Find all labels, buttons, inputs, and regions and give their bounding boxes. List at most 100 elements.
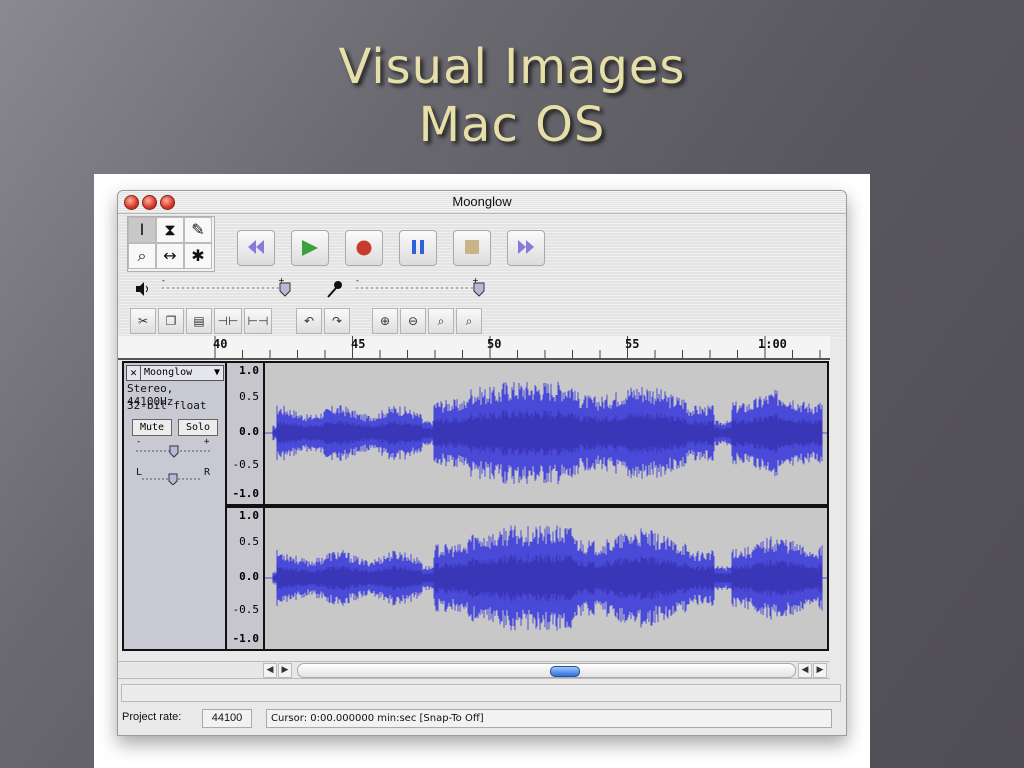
slide-title-line1: Visual Images <box>338 39 686 95</box>
slide-title-line2: Mac OS <box>418 97 606 153</box>
mute-button[interactable]: Mute <box>132 419 172 436</box>
ruler-label: 45 <box>351 337 366 351</box>
undo-icon: ↶ <box>303 314 315 328</box>
zoom-in-icon: ⊕ <box>379 314 391 328</box>
multi-tool[interactable]: ✱ <box>184 243 212 269</box>
scroll-thumb[interactable] <box>550 666 580 677</box>
envelope-tool[interactable]: ⧗ <box>156 217 184 243</box>
scale-label: 0.5 <box>239 390 259 403</box>
output-volume-slider[interactable]: - + <box>162 278 302 298</box>
status-bar: Project rate: 44100 Cursor: 0:00.000000 … <box>118 709 846 729</box>
skip-end-icon <box>518 240 534 254</box>
fit-project-button[interactable]: ⌕ <box>456 308 482 334</box>
trim-icon: ⊣⊢ <box>217 314 239 328</box>
speaker-icon <box>136 282 148 296</box>
status-message-bar <box>121 684 841 702</box>
input-volume-slider[interactable]: - + <box>356 278 496 298</box>
pan-slider[interactable] <box>142 471 222 485</box>
title-bar[interactable]: Moonglow <box>118 191 846 214</box>
pause-button[interactable] <box>399 230 437 266</box>
window-title: Moonglow <box>452 194 512 209</box>
fit-selection-icon: ⌕ <box>437 314 445 328</box>
track-close-button[interactable]: ✕ <box>127 366 141 380</box>
waveform-left-svg <box>265 381 827 485</box>
scroll-track[interactable] <box>297 663 796 678</box>
silence-button[interactable]: ⊢⊣ <box>244 308 272 334</box>
stop-button[interactable] <box>453 230 491 266</box>
track-area: ✕ Moonglow ▼ Stereo, 44100Hz 32-bit floa… <box>122 361 829 651</box>
scale-label: 0.0 <box>239 570 259 583</box>
track-menu-arrow-icon[interactable]: ▼ <box>214 367 220 378</box>
scale-label: 0.0 <box>239 425 259 438</box>
zoom-out-button[interactable]: ⊖ <box>400 308 426 334</box>
undo-button[interactable]: ↶ <box>296 308 322 334</box>
pause-icon <box>412 240 424 254</box>
scale-label: -0.5 <box>232 603 260 616</box>
zoom-tool[interactable]: ⌕ <box>128 243 156 269</box>
tools-palette: I ⧗ ✎ ⌕ ↔ ✱ <box>127 216 215 272</box>
zoom-in-button[interactable]: ⊕ <box>372 308 398 334</box>
horizontal-scrollbar[interactable]: ◀ ▶ ◀ ▶ <box>118 661 830 679</box>
copy-icon: ❐ <box>165 314 177 328</box>
scale-label: 1.0 <box>239 509 259 522</box>
scroll-left-end-icon[interactable]: ◀ <box>798 663 812 678</box>
redo-button[interactable]: ↷ <box>324 308 350 334</box>
waveform-right-svg <box>265 525 827 631</box>
project-rate-label: Project rate: <box>122 711 182 723</box>
ruler-label: 40 <box>213 337 228 351</box>
svg-text:-: - <box>162 278 165 285</box>
microphone-icon <box>327 281 342 298</box>
scale-label: -0.5 <box>232 458 260 471</box>
scale-label: -1.0 <box>232 487 260 500</box>
scroll-right-icon[interactable]: ▶ <box>278 663 292 678</box>
audacity-window: Moonglow I ⧗ ✎ ⌕ ↔ ✱ - + - + ✂ ❐ ▤ ⊣⊢ ⊢⊣… <box>117 190 847 736</box>
scale-label: -1.0 <box>232 632 260 645</box>
ruler-label: 50 <box>487 337 502 351</box>
skip-to-start-button[interactable] <box>237 230 275 266</box>
scissors-icon: ✂ <box>137 314 149 328</box>
record-button[interactable] <box>345 230 383 266</box>
fit-selection-button[interactable]: ⌕ <box>428 308 454 334</box>
trim-button[interactable]: ⊣⊢ <box>214 308 242 334</box>
stop-icon <box>465 240 479 254</box>
selection-tool[interactable]: I <box>128 217 156 243</box>
scroll-left-icon[interactable]: ◀ <box>263 663 277 678</box>
ruler-label: 55 <box>625 337 640 351</box>
skip-start-icon <box>248 240 264 254</box>
project-rate-field[interactable]: 44100 <box>202 709 252 728</box>
waveform-right-channel[interactable] <box>265 508 827 649</box>
paste-button[interactable]: ▤ <box>186 308 212 334</box>
gain-slider[interactable] <box>136 445 216 459</box>
solo-button[interactable]: Solo <box>178 419 218 436</box>
timeline-ruler[interactable]: 40 45 50 55 1:00 <box>118 336 830 360</box>
silence-icon: ⊢⊣ <box>247 314 269 328</box>
track-bitdepth: 32-bit float <box>127 399 207 412</box>
track-header[interactable]: ✕ Moonglow ▼ <box>126 365 224 381</box>
fit-project-icon: ⌕ <box>465 314 473 328</box>
scale-label: 0.5 <box>239 535 259 548</box>
scale-label: 1.0 <box>239 364 259 377</box>
vertical-scale-right: 1.0 0.5 0.0 -0.5 -1.0 <box>227 508 265 649</box>
redo-icon: ↷ <box>331 314 343 328</box>
screenshot-frame: Moonglow I ⧗ ✎ ⌕ ↔ ✱ - + - + ✂ ❐ ▤ ⊣⊢ ⊢⊣… <box>94 174 870 768</box>
zoom-out-icon: ⊖ <box>407 314 419 328</box>
scroll-right-end-icon[interactable]: ▶ <box>813 663 827 678</box>
toolbar-area: I ⧗ ✎ ⌕ ↔ ✱ - + - + ✂ ❐ ▤ ⊣⊢ ⊢⊣ ↶ ↷ ⊕ ⊖ … <box>118 214 846 338</box>
time-shift-tool[interactable]: ↔ <box>156 243 184 269</box>
paste-icon: ▤ <box>193 314 205 328</box>
cursor-position-field: Cursor: 0:00.000000 min:sec [Snap-To Off… <box>266 709 832 728</box>
record-icon <box>356 240 372 256</box>
ruler-label: 1:00 <box>758 337 787 351</box>
track-control-panel: ✕ Moonglow ▼ Stereo, 44100Hz 32-bit floa… <box>124 363 227 649</box>
waveform-left-channel[interactable] <box>265 363 827 504</box>
play-icon <box>302 240 318 256</box>
copy-button[interactable]: ❐ <box>158 308 184 334</box>
cut-button[interactable]: ✂ <box>130 308 156 334</box>
draw-tool[interactable]: ✎ <box>184 217 212 243</box>
slide-title: Visual Images Mac OS <box>0 38 1024 154</box>
play-button[interactable] <box>291 230 329 266</box>
skip-to-end-button[interactable] <box>507 230 545 266</box>
svg-text:-: - <box>356 278 359 285</box>
track-name: Moonglow <box>144 367 193 378</box>
vertical-scale-left: 1.0 0.5 0.0 -0.5 -1.0 <box>227 363 265 504</box>
